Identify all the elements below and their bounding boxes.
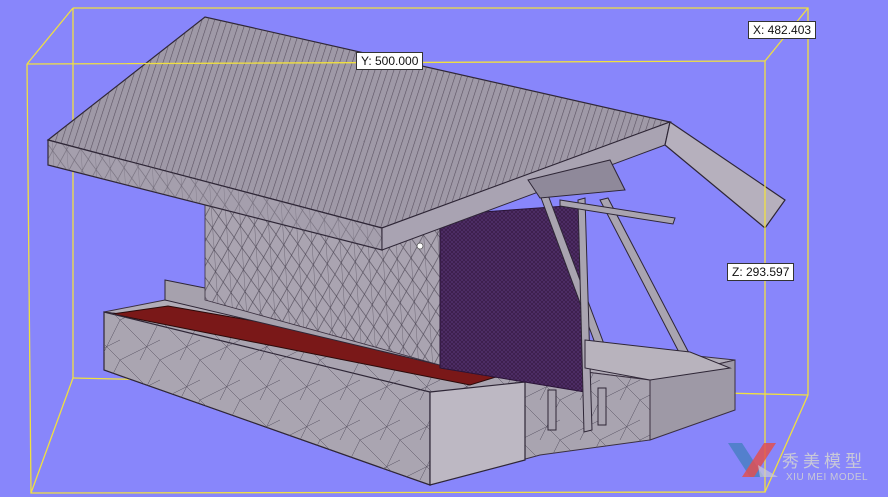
- watermark-chinese: 秀美模型: [782, 452, 866, 472]
- dimension-z-label: Z: 293.597: [727, 263, 795, 281]
- xm-logo-icon: [728, 443, 778, 477]
- 3d-viewport[interactable]: X: 482.403 Y: 500.000 Z: 293.597 秀美模型 XI…: [0, 0, 888, 497]
- model-scene[interactable]: [0, 0, 888, 497]
- lattice-panel: [439, 204, 586, 393]
- dimension-y-label: Y: 500.000: [356, 52, 424, 70]
- watermark: 秀美模型 XIU MEI MODEL: [720, 435, 885, 490]
- watermark-english: XIU MEI MODEL: [786, 472, 869, 483]
- pivot-marker: [416, 242, 424, 250]
- dimension-x-label: X: 482.403: [748, 21, 817, 39]
